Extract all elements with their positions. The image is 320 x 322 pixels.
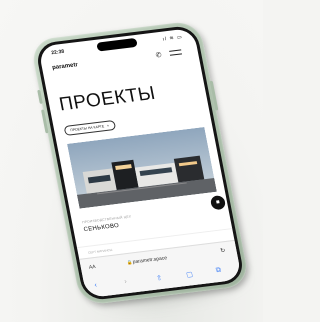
forward-icon[interactable]: › bbox=[124, 278, 128, 285]
phone-icon[interactable]: ✆ bbox=[155, 51, 162, 60]
page-title: ПРОЕКТЫ bbox=[57, 82, 158, 116]
chat-button[interactable]: ■ bbox=[209, 194, 227, 211]
reload-icon[interactable]: ↻ bbox=[220, 247, 226, 255]
project-name[interactable]: СЕНЬКОВО bbox=[83, 223, 120, 233]
project-photo bbox=[66, 126, 217, 209]
menu-icon[interactable] bbox=[169, 49, 183, 58]
project-image[interactable] bbox=[66, 126, 217, 209]
project-caption: ПРОИЗВОДСТВЕННЫЙ ЦЕХ bbox=[81, 214, 132, 225]
bookmarks-icon[interactable]: ▢ bbox=[185, 270, 194, 279]
map-pin-icon: ⌖ bbox=[106, 123, 110, 128]
url-field[interactable]: parametr.space bbox=[132, 255, 167, 265]
share-icon[interactable]: ⇧ bbox=[156, 274, 163, 283]
projects-on-map-button[interactable]: ПРОЕКТЫ НА КАРТЕ ⌖ bbox=[63, 119, 116, 136]
status-icons: ıl ≋ ▭ bbox=[162, 34, 184, 43]
tabs-icon[interactable]: ⧉ bbox=[215, 267, 222, 275]
projects-on-map-label: ПРОЕКТЫ НА КАРТЕ bbox=[70, 124, 105, 133]
logo[interactable]: parametr bbox=[52, 62, 79, 71]
status-time: 22:38 bbox=[50, 48, 65, 57]
back-icon[interactable]: ‹ bbox=[94, 282, 98, 289]
reader-aa-button[interactable]: AA bbox=[88, 264, 96, 271]
chat-icon: ■ bbox=[215, 199, 221, 206]
footer-caption: СЕРТ ФИНАНСЫ bbox=[87, 247, 113, 255]
